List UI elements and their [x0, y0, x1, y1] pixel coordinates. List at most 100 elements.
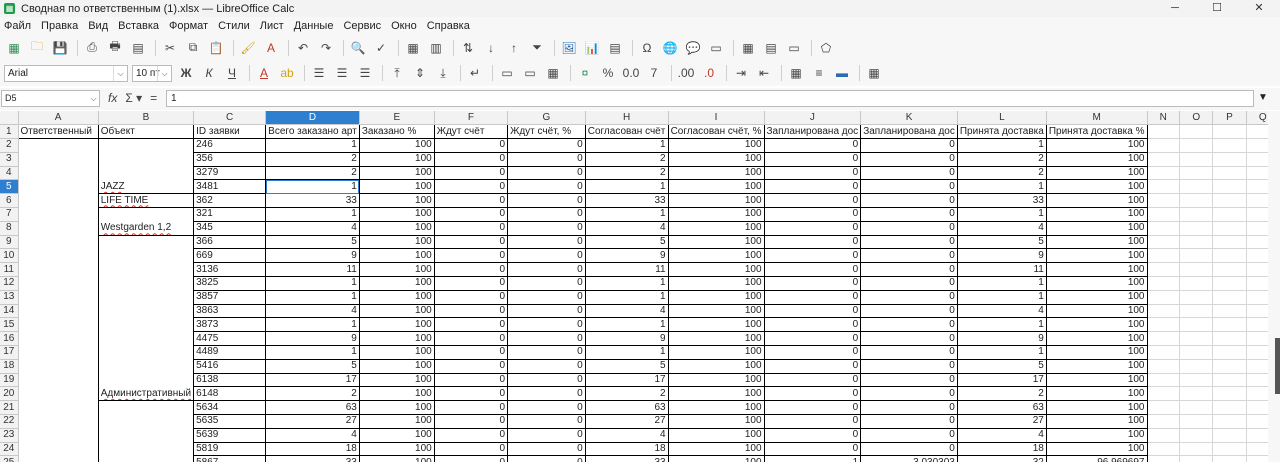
empty-cell[interactable] [1212, 331, 1247, 347]
cell[interactable]: 100 [359, 193, 435, 209]
clone-formatting-icon[interactable]: 🖌 [238, 38, 258, 58]
cell[interactable] [18, 317, 99, 332]
cell[interactable]: 27 [957, 414, 1047, 429]
cell[interactable] [18, 138, 99, 153]
column-header[interactable]: P [1212, 111, 1247, 126]
function-wizard-icon[interactable]: fx [108, 91, 117, 105]
empty-cell[interactable] [1147, 221, 1181, 236]
menu-item[interactable]: Правка [41, 20, 78, 32]
cell[interactable]: 0 [507, 400, 586, 416]
cell[interactable]: 2 [585, 152, 669, 167]
column-header[interactable]: N [1147, 111, 1181, 126]
empty-cell[interactable] [1179, 152, 1214, 167]
autofilter-icon[interactable]: ⏷ [527, 38, 547, 58]
cell[interactable]: 18 [265, 442, 360, 457]
cell[interactable]: 9 [265, 331, 360, 347]
empty-cell[interactable] [1212, 304, 1247, 319]
decrease-indent-icon[interactable]: ⇤ [754, 63, 774, 83]
cell[interactable] [18, 152, 99, 167]
split-window-icon[interactable]: ▭ [784, 38, 804, 58]
font-name-box[interactable]: Arial ⌵ [4, 64, 128, 82]
cell[interactable]: 1 [764, 455, 862, 462]
cell[interactable] [98, 455, 195, 462]
empty-cell[interactable] [1212, 414, 1247, 429]
cell[interactable]: 100 [668, 221, 765, 236]
cell[interactable]: 0 [434, 455, 509, 462]
cell[interactable] [18, 166, 99, 180]
copy-icon[interactable]: ⧉ [183, 38, 203, 58]
cell[interactable]: 2 [265, 152, 360, 167]
cell[interactable]: 5639 [193, 428, 267, 443]
cell[interactable]: 5 [957, 235, 1047, 250]
cell[interactable]: 0 [507, 304, 586, 319]
cell[interactable]: 0 [434, 442, 509, 457]
cell[interactable]: 100 [359, 138, 435, 153]
cell[interactable]: 1 [957, 276, 1047, 291]
cell[interactable]: 11 [265, 262, 360, 278]
cell[interactable]: 0 [860, 221, 958, 236]
cell[interactable] [98, 359, 195, 374]
cell[interactable]: 0 [434, 317, 509, 333]
sum-icon[interactable]: Σ ▾ [125, 91, 142, 105]
empty-cell[interactable] [1212, 207, 1247, 222]
cell[interactable] [98, 428, 195, 443]
cell[interactable]: 33 [585, 455, 669, 462]
cell[interactable] [98, 317, 195, 332]
cell[interactable]: 0 [764, 345, 862, 360]
cell[interactable]: 1 [265, 276, 360, 291]
empty-cell[interactable] [1212, 179, 1247, 195]
cell[interactable]: 0 [434, 221, 509, 236]
cell[interactable] [98, 138, 195, 153]
cell[interactable] [18, 442, 99, 456]
cell[interactable]: 100 [1046, 179, 1148, 195]
header-cell[interactable]: Ждут счёт, % [507, 124, 586, 140]
cell[interactable]: 0 [507, 193, 586, 209]
row-header[interactable]: 9 [0, 235, 19, 250]
currency-format-icon[interactable]: ¤ [575, 63, 595, 83]
open-folder-icon[interactable]: 🗀 [27, 38, 47, 58]
cell[interactable]: 1 [957, 207, 1047, 222]
new-document-icon[interactable]: ▦ [4, 38, 24, 58]
header-cell[interactable]: Заказано % [359, 124, 435, 140]
align-top-icon[interactable]: ⤒ [387, 63, 407, 83]
cell[interactable]: 0 [860, 304, 958, 319]
cell[interactable]: 0 [434, 414, 509, 429]
empty-cell[interactable] [1147, 262, 1181, 278]
menu-item[interactable]: Формат [169, 20, 208, 32]
cell[interactable] [18, 386, 99, 401]
cell[interactable]: 0 [507, 290, 586, 305]
cell[interactable]: 0 [764, 262, 862, 278]
cell[interactable]: 100 [359, 442, 435, 457]
cell[interactable]: 1 [957, 138, 1047, 153]
cell[interactable]: 0 [434, 400, 509, 416]
empty-cell[interactable] [1179, 207, 1214, 222]
cell[interactable]: 17 [957, 373, 1047, 388]
menu-item[interactable]: Вид [88, 20, 108, 32]
cell[interactable]: 5 [585, 235, 669, 250]
header-cell[interactable]: Ждут счёт [434, 124, 509, 140]
cell[interactable]: 9 [957, 331, 1047, 347]
cell[interactable]: 0 [764, 317, 862, 333]
cell[interactable] [18, 276, 99, 291]
cell[interactable]: 3873 [193, 317, 267, 333]
cell[interactable]: 100 [668, 235, 765, 250]
cell[interactable] [18, 414, 99, 429]
spreadsheet-grid[interactable]: ABCDEFGHIJKLMNOPQ 1 Ответственный Объект ID… [0, 111, 1280, 462]
cell[interactable]: 27 [585, 414, 669, 429]
cell[interactable]: 5 [585, 359, 669, 374]
column-header[interactable]: L [957, 111, 1047, 126]
empty-cell[interactable] [1147, 276, 1181, 291]
cell[interactable]: 3481 [193, 179, 267, 195]
print-preview-icon[interactable]: ▤ [128, 38, 148, 58]
header-cell[interactable]: Согласован счёт [585, 124, 669, 140]
cell[interactable]: 0 [507, 442, 586, 457]
row-header[interactable]: 19 [0, 373, 19, 388]
column-header[interactable]: I [668, 111, 765, 126]
empty-cell[interactable] [1147, 304, 1181, 319]
merge-center-icon[interactable]: ▭ [520, 63, 540, 83]
row-header[interactable]: 25 [0, 455, 19, 462]
cell[interactable]: 0 [507, 386, 586, 402]
cell[interactable]: 100 [359, 317, 435, 333]
cell[interactable]: 0 [764, 386, 862, 402]
cell[interactable]: 4 [265, 221, 360, 236]
